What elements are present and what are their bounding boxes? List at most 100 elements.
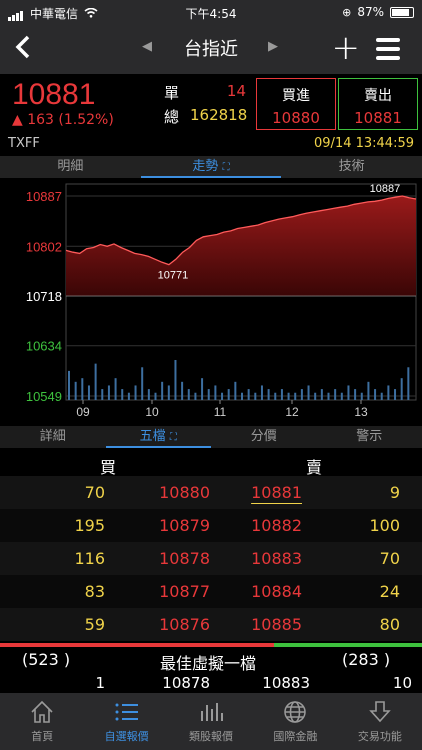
virtual-sell-qty: 10 [392, 674, 412, 692]
volume-bar [167, 385, 170, 400]
volume-bar [320, 389, 323, 400]
single-volume-value: 14 [226, 82, 246, 100]
home-icon [31, 700, 53, 723]
sell-order-button[interactable]: 賣出 10881 [338, 78, 418, 130]
tab-details[interactable]: 詳細 [0, 426, 106, 448]
y-tick-label: 10549 [26, 389, 62, 404]
volume-bar [314, 392, 317, 400]
buy-total: (523 ) [22, 650, 71, 669]
volume-bar [81, 378, 84, 400]
volume-bar [287, 392, 290, 400]
book-row[interactable]: 59 10876 10885 80 [0, 608, 422, 641]
tab-trading[interactable]: 交易功能 [338, 693, 422, 750]
volume-bar [360, 392, 363, 400]
x-tick-label: 10 [145, 405, 159, 419]
volume-bar [247, 389, 250, 400]
contract-symbol: TXFF [8, 136, 40, 151]
volume-bar [367, 381, 370, 400]
nav-bar: ◀ 台指近 ▶ + [0, 24, 422, 74]
volume-bar [74, 381, 77, 400]
tab-trend[interactable]: 走勢 ⛶ [140, 156, 282, 178]
volume-bar [87, 385, 90, 400]
volume-bar [187, 389, 190, 400]
quote-timestamp: 09/14 13:44:59 [314, 136, 414, 151]
next-symbol-button[interactable]: ▶ [268, 39, 278, 54]
buy-sell-ratio-bar [0, 643, 422, 647]
volume-bar [101, 389, 104, 400]
virtual-bid: 10878 [162, 674, 210, 692]
battery-percent: 87% [357, 5, 384, 19]
volume-bar [207, 389, 210, 400]
trend-chart-svg: 10887 10802 10718 10634 10549 10887 10771 09 10 1… [26, 183, 417, 419]
x-tick-label: 13 [354, 405, 368, 419]
up-arrow-icon: ▲ [12, 112, 28, 128]
volume-bar [68, 370, 70, 400]
book-row[interactable]: 195 10879 10882 100 [0, 509, 422, 542]
volume-bar [274, 392, 277, 400]
volume-bar [241, 392, 243, 400]
bars-icon [201, 703, 224, 721]
low-annotation: 10771 [158, 270, 189, 282]
volume-bar [400, 378, 403, 400]
tab-international[interactable]: 國際金融 [253, 693, 337, 750]
tab-price-volume[interactable]: 分價 [211, 426, 317, 448]
book-row[interactable]: 83 10877 10884 24 [0, 575, 422, 608]
expand-icon: ⛶ [169, 432, 177, 443]
volume-bar [114, 378, 117, 400]
bottom-tab-bar: 首頁 自選報價 類股報價 國際金融 交易功能 [0, 693, 422, 750]
volume-bar [340, 392, 343, 400]
orientation-lock-icon: ⊕ [342, 5, 352, 19]
volume-bar [380, 392, 383, 400]
volume-bar [227, 389, 230, 400]
tab-watchlist[interactable]: 自選報價 [84, 693, 168, 750]
tab-five-levels[interactable]: 五檔 ⛶ [105, 426, 211, 448]
volume-bar [354, 389, 357, 400]
volume-bar [327, 392, 330, 400]
high-annotation: 10887 [370, 183, 401, 195]
x-tick-label: 12 [285, 405, 299, 419]
volume-bar [147, 389, 150, 400]
volume-bar [194, 392, 197, 400]
volume-bar [307, 385, 310, 400]
globe-icon [284, 701, 307, 723]
volume-bar [234, 381, 237, 400]
tab-technical[interactable]: 技術 [281, 156, 422, 178]
volume-bar [254, 392, 257, 400]
book-tabs: 詳細 五檔 ⛶ 分價 警示 [0, 426, 422, 448]
total-volume-label: 總 [164, 108, 180, 126]
add-button[interactable]: + [332, 28, 361, 68]
x-tick-label: 11 [214, 405, 227, 419]
book-row[interactable]: 70 10880 10881 9 [0, 476, 422, 509]
volume-bar [154, 392, 157, 400]
volume-bar [300, 389, 303, 400]
book-summary: (523 ) 最佳虛擬一檔 (283 ) 1 10878 10883 10 [0, 648, 422, 693]
tab-detail[interactable]: 明細 [0, 156, 141, 178]
buy-order-button[interactable]: 買進 10880 [256, 78, 336, 130]
volume-bar [94, 363, 97, 400]
tab-sectors[interactable]: 類股報價 [169, 693, 253, 750]
tab-alerts[interactable]: 警示 [317, 426, 422, 448]
quote-panel: 10881 ▲ 163 (1.52%) 單 14 總 162818 買進 108… [0, 74, 422, 158]
volume-bar [121, 389, 124, 400]
book-header: 買 賣 [0, 452, 422, 477]
last-price: 10881 [12, 78, 96, 111]
virtual-buy-qty: 1 [95, 674, 105, 692]
menu-button[interactable] [376, 38, 400, 65]
book-row[interactable]: 116 10878 10883 70 [0, 542, 422, 575]
volume-bar [374, 389, 377, 400]
sell-total: (283 ) [342, 650, 391, 669]
volume-bar [394, 389, 397, 400]
volume-bar [127, 392, 130, 400]
y-tick-label: 10634 [26, 339, 62, 354]
tab-home[interactable]: 首頁 [0, 693, 84, 750]
volume-bar [181, 381, 184, 400]
y-tick-label: 10887 [26, 189, 62, 204]
volume-bar [387, 385, 390, 400]
trend-chart[interactable]: 10887 10802 10718 10634 10549 10887 10771 09 10 1… [0, 180, 422, 420]
virtual-ask: 10883 [262, 674, 310, 692]
volume-bar [280, 389, 283, 400]
volume-bar [407, 367, 410, 400]
order-book: 70 10880 10881 9 195 10879 10882 100 116 10878 1… [0, 476, 422, 641]
volume-bar [107, 385, 110, 400]
trade-icon [369, 701, 391, 723]
